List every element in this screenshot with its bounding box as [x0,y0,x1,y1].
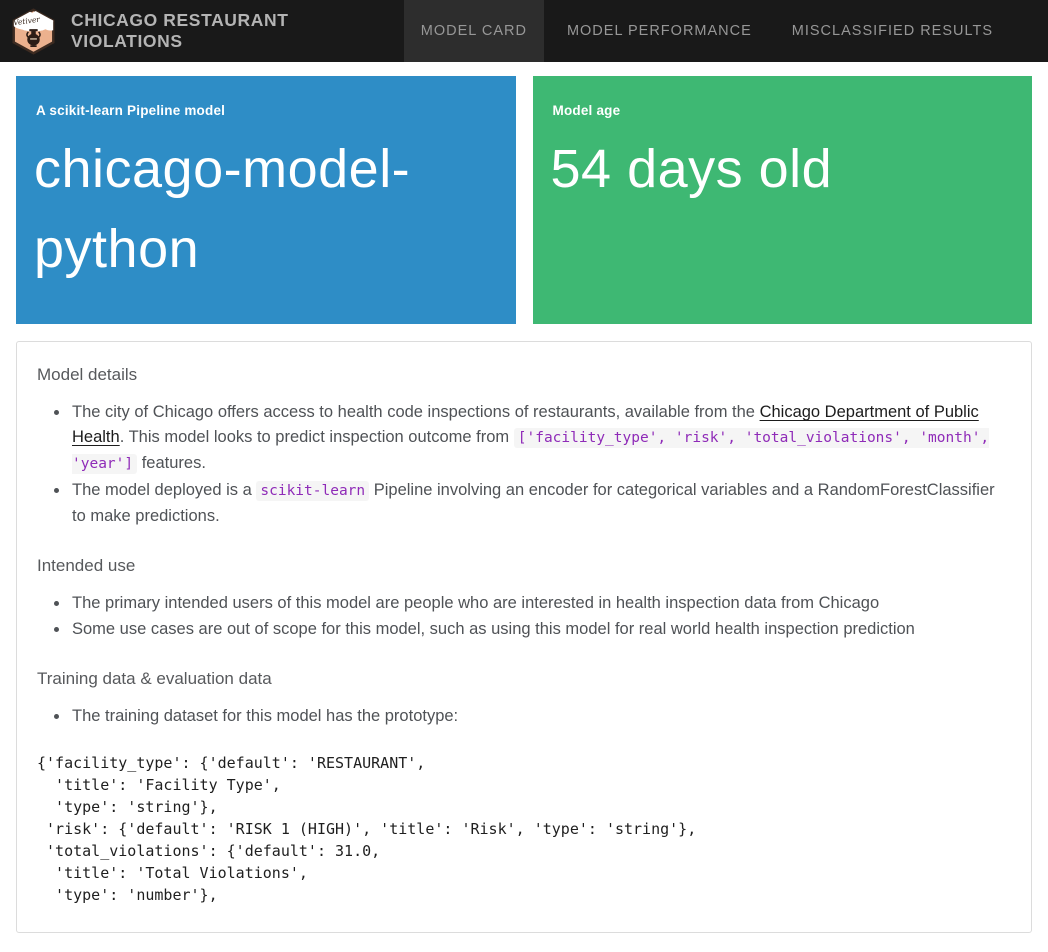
list-item-model-details-2: The model deployed is a scikit-learn Pip… [70,478,1011,529]
app-header: Vetiver CHICAGO RESTAURANT VIOLATIONS MO… [0,0,1048,62]
bullet2-text1: The model deployed is a [72,481,256,499]
value-box-model-name-caption: A scikit-learn Pipeline model [16,76,516,118]
scikit-learn-inline-code: scikit-learn [256,481,369,501]
nav-tab-model-performance[interactable]: MODEL PERFORMANCE [550,0,769,62]
vetiver-logo-icon: Vetiver [9,7,58,56]
nav-tab-model-performance-label: MODEL PERFORMANCE [567,23,752,39]
section-heading-intended-use: Intended use [37,556,1011,576]
section-heading-training-data: Training data & evaluation data [37,669,1011,689]
section-heading-model-details: Model details [37,365,1011,385]
training-data-list: The training dataset for this model has … [37,704,1011,729]
value-box-model-age-caption: Model age [533,76,1033,118]
top-nav: MODEL CARD MODEL PERFORMANCE MISCLASSIFI… [404,0,1010,62]
value-box-row: A scikit-learn Pipeline model chicago-mo… [16,76,1032,324]
value-box-model-name: A scikit-learn Pipeline model chicago-mo… [16,76,516,324]
nav-tab-misclassified-results-label: MISCLASSIFIED RESULTS [792,23,993,39]
model-details-list: The city of Chicago offers access to hea… [37,400,1011,529]
value-box-model-age-value: 54 days old [533,118,1033,209]
app-title-line1: CHICAGO RESTAURANT [71,10,331,31]
list-item-model-details-1: The city of Chicago offers access to hea… [70,400,1011,477]
value-box-model-age: Model age 54 days old [533,76,1033,324]
nav-tab-misclassified-results[interactable]: MISCLASSIFIED RESULTS [775,0,1010,62]
bullet1-text2: . This model looks to predict inspection… [120,428,514,446]
list-item-intended-1: The primary intended users of this model… [70,591,1011,616]
nav-tab-model-card-label: MODEL CARD [421,23,527,39]
bullet1-text1: The city of Chicago offers access to hea… [72,403,760,421]
intended-use-list: The primary intended users of this model… [37,591,1011,642]
prototype-code-block: {'facility_type': {'default': 'RESTAURAN… [37,752,1011,906]
app-title-line2: VIOLATIONS [71,31,331,52]
value-box-model-name-value: chicago-model-python [16,118,516,289]
nav-tab-model-card[interactable]: MODEL CARD [404,0,544,62]
list-item-intended-2: Some use cases are out of scope for this… [70,617,1011,642]
model-card-panel: Model details The city of Chicago offers… [16,341,1032,933]
list-item-training-1: The training dataset for this model has … [70,704,1011,729]
bullet1-text3: features. [137,454,206,472]
app-title: CHICAGO RESTAURANT VIOLATIONS [71,10,331,52]
